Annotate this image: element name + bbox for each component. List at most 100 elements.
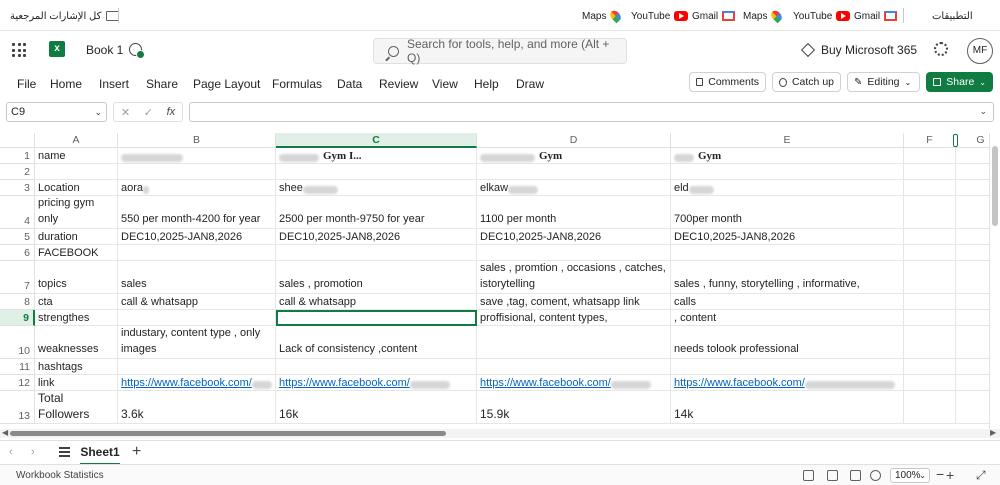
cell-b6[interactable] bbox=[118, 245, 276, 261]
search-box[interactable]: Search for tools, help, and more (Alt + … bbox=[373, 37, 627, 65]
row-header-8[interactable]: 8 bbox=[0, 294, 35, 310]
formula-input[interactable]: ⌄ bbox=[189, 102, 994, 122]
cell-b3[interactable]: aora bbox=[118, 180, 276, 196]
cell-c6[interactable] bbox=[276, 245, 477, 261]
cell-e13[interactable]: 14k bbox=[671, 391, 904, 424]
row-header-10[interactable]: 10 bbox=[0, 326, 35, 359]
expand-formula-icon[interactable]: ⌄ bbox=[979, 106, 987, 117]
cell-e7[interactable]: sales , funny, storytelling , informativ… bbox=[671, 261, 904, 294]
select-all-corner[interactable] bbox=[0, 133, 35, 148]
cell-f11[interactable] bbox=[904, 359, 956, 375]
row-header-7[interactable]: 7 bbox=[0, 261, 35, 294]
cell-d5[interactable]: DEC10,2025-JAN8,2026 bbox=[477, 229, 671, 245]
column-header-d[interactable]: D bbox=[477, 133, 671, 148]
cell-f13[interactable] bbox=[904, 391, 956, 424]
insert-function-icon[interactable]: fx bbox=[167, 106, 176, 118]
normal-view-icon[interactable] bbox=[827, 470, 838, 481]
row-header-11[interactable]: 11 bbox=[0, 359, 35, 375]
cell-a12[interactable]: link bbox=[35, 375, 118, 391]
cell-e9[interactable]: , content bbox=[671, 310, 904, 326]
row-header-1[interactable]: 1 bbox=[0, 148, 35, 164]
cell-c3[interactable]: shee bbox=[276, 180, 477, 196]
all-sheets-menu-icon[interactable] bbox=[59, 447, 70, 457]
cell-a2[interactable] bbox=[35, 164, 118, 180]
row-header-13[interactable]: 13 bbox=[0, 391, 35, 424]
column-header-e[interactable]: E bbox=[671, 133, 904, 148]
row-header-2[interactable]: 2 bbox=[0, 164, 35, 180]
tab-home[interactable]: Home bbox=[50, 77, 82, 91]
zoom-slider-minus-icon[interactable]: − bbox=[936, 466, 944, 482]
cell-e12[interactable]: https://www.facebook.com/ bbox=[671, 375, 904, 391]
cell-f5[interactable] bbox=[904, 229, 956, 245]
cell-b2[interactable] bbox=[118, 164, 276, 180]
cell-c13[interactable]: 16k bbox=[276, 391, 477, 424]
cell-d8[interactable]: save ,tag, coment, whatsapp link bbox=[477, 294, 671, 310]
cell-c10[interactable]: Lack of consistency ,content bbox=[276, 326, 477, 359]
row-header-6[interactable]: 6 bbox=[0, 245, 35, 261]
cell-c4[interactable]: 2500 per month-9750 for year bbox=[276, 196, 477, 229]
bookmark-youtube-1[interactable]: YouTube bbox=[631, 8, 692, 24]
comments-button[interactable]: Comments bbox=[689, 72, 766, 92]
cell-e5[interactable]: DEC10,2025-JAN8,2026 bbox=[671, 229, 904, 245]
horizontal-scroll-thumb[interactable] bbox=[10, 431, 446, 436]
cell-d7[interactable]: sales , promtion , occasions , catches, … bbox=[477, 261, 671, 294]
row-header-12[interactable]: 12 bbox=[0, 375, 35, 391]
cell-e11[interactable] bbox=[671, 359, 904, 375]
tab-data[interactable]: Data bbox=[337, 77, 362, 91]
app-launcher-icon[interactable] bbox=[12, 43, 26, 57]
zoom-out-icon[interactable] bbox=[870, 470, 881, 481]
column-header-a[interactable]: A bbox=[35, 133, 118, 148]
cell-c9[interactable] bbox=[276, 310, 477, 326]
account-avatar[interactable]: MF bbox=[967, 38, 993, 64]
cell-d12[interactable]: https://www.facebook.com/ bbox=[477, 375, 671, 391]
tab-formulas[interactable]: Formulas bbox=[272, 77, 322, 91]
cell-b4[interactable]: 550 per month-4200 for year bbox=[118, 196, 276, 229]
cell-a13[interactable]: Total Followers bbox=[35, 391, 118, 424]
apps-shortcut[interactable]: التطبيقات bbox=[916, 8, 993, 24]
buy-microsoft-365-button[interactable]: Buy Microsoft 365 bbox=[800, 42, 917, 58]
cell-d2[interactable] bbox=[477, 164, 671, 180]
zoom-select[interactable]: 100% ⌄ bbox=[890, 468, 930, 483]
settings-gear-icon[interactable] bbox=[934, 42, 948, 56]
bookmark-gmail-2[interactable]: Gmail bbox=[854, 8, 901, 24]
worksheet-grid[interactable]: A B C D E F G 1 name Gym I... Gym Gym 23L… bbox=[0, 133, 1000, 429]
tab-share[interactable]: Share bbox=[146, 77, 178, 91]
share-button[interactable]: Share ⌄ bbox=[926, 72, 993, 92]
row-header-9[interactable]: 9 bbox=[0, 310, 35, 326]
cell-e3[interactable]: eld bbox=[671, 180, 904, 196]
cell-c11[interactable] bbox=[276, 359, 477, 375]
cell-f6[interactable] bbox=[904, 245, 956, 261]
cell-a1[interactable]: name bbox=[35, 148, 118, 164]
cell-a6[interactable]: FACEBOOK bbox=[35, 245, 118, 261]
saved-status-icon[interactable] bbox=[129, 43, 145, 59]
cell-b10[interactable]: industary, content type , only images bbox=[118, 326, 276, 359]
add-sheet-icon[interactable]: + bbox=[132, 443, 141, 461]
cell-a8[interactable]: cta bbox=[35, 294, 118, 310]
name-box[interactable]: C9 ⌄ bbox=[6, 102, 107, 122]
cell-c7[interactable]: sales , promotion bbox=[276, 261, 477, 294]
cell-c8[interactable]: call & whatsapp bbox=[276, 294, 477, 310]
cell-a3[interactable]: Location bbox=[35, 180, 118, 196]
cell-f12[interactable] bbox=[904, 375, 956, 391]
previous-sheet-icon[interactable]: ‹ bbox=[9, 446, 13, 458]
tab-draw[interactable]: Draw bbox=[516, 77, 544, 91]
sheet-tab-sheet1[interactable]: Sheet1 bbox=[80, 441, 120, 465]
cell-f4[interactable] bbox=[904, 196, 956, 229]
cell-b7[interactable]: sales bbox=[118, 261, 276, 294]
cell-f1[interactable] bbox=[904, 148, 956, 164]
workbook-title[interactable]: Book 1 bbox=[86, 43, 123, 57]
vertical-scroll-thumb[interactable] bbox=[992, 146, 998, 226]
feedback-icon[interactable] bbox=[803, 470, 814, 481]
cell-a4[interactable]: pricing gym only bbox=[35, 196, 118, 229]
bookmark-gmail-1[interactable]: Gmail bbox=[692, 8, 739, 24]
tab-review[interactable]: Review bbox=[379, 77, 418, 91]
bookmark-youtube-2[interactable]: YouTube bbox=[793, 8, 854, 24]
cell-a10[interactable]: weaknesses bbox=[35, 326, 118, 359]
confirm-icon[interactable]: ✓ bbox=[144, 106, 153, 119]
cell-e2[interactable] bbox=[671, 164, 904, 180]
cell-b13[interactable]: 3.6k bbox=[118, 391, 276, 424]
column-header-f[interactable]: F bbox=[904, 133, 956, 148]
cell-c12[interactable]: https://www.facebook.com/ bbox=[276, 375, 477, 391]
cell-d6[interactable] bbox=[477, 245, 671, 261]
cell-d4[interactable]: 1100 per month bbox=[477, 196, 671, 229]
